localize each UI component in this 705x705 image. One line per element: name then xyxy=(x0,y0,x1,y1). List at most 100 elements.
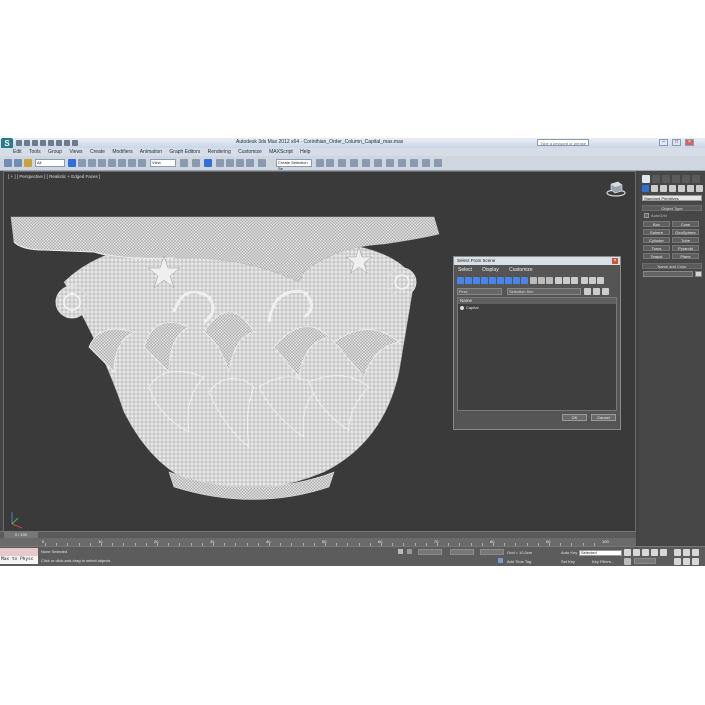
zoom-all-icon[interactable] xyxy=(683,549,690,556)
torus-button[interactable]: Torus xyxy=(643,245,670,251)
tube-button[interactable]: Tube xyxy=(672,237,699,243)
go-to-end-icon[interactable] xyxy=(660,549,667,556)
select-scale-icon[interactable] xyxy=(128,159,136,167)
cone-button[interactable]: Cone xyxy=(672,221,699,227)
minimize-button[interactable]: – xyxy=(659,139,668,146)
display-none-icon[interactable] xyxy=(538,277,545,284)
space-warps-icon[interactable] xyxy=(687,185,694,192)
sphere-button[interactable]: Sphere xyxy=(643,229,670,235)
help-search-input[interactable]: Type a keyword or phrase xyxy=(537,139,589,146)
select-object-icon[interactable] xyxy=(68,159,76,167)
maximize-button[interactable]: □ xyxy=(672,139,681,146)
display-bones-icon[interactable] xyxy=(521,277,528,284)
selection-filter-dropdown[interactable]: All xyxy=(35,159,65,167)
pivot-center-icon[interactable] xyxy=(180,159,188,167)
fetch-icon[interactable] xyxy=(64,140,70,146)
name-column-header[interactable]: Name xyxy=(458,298,616,304)
rectangle-selection-icon[interactable] xyxy=(88,159,96,167)
save-file-icon[interactable] xyxy=(32,140,38,146)
select-all-icon[interactable] xyxy=(555,277,562,284)
field-of-view-icon[interactable] xyxy=(674,558,681,565)
display-cameras-icon[interactable] xyxy=(481,277,488,284)
viewcube-icon[interactable] xyxy=(606,180,626,198)
modify-tab-icon[interactable] xyxy=(652,175,660,183)
percent-snap-icon[interactable] xyxy=(236,159,244,167)
play-icon[interactable] xyxy=(642,549,649,556)
menu-modifiers[interactable]: Modifiers xyxy=(112,149,132,155)
object-color-swatch[interactable] xyxy=(695,271,702,277)
key-filters-button[interactable]: Key Filters... xyxy=(592,559,614,564)
keyboard-shortcut-toggle-icon[interactable] xyxy=(204,159,212,167)
snaps-toggle-icon[interactable] xyxy=(216,159,224,167)
angle-snap-icon[interactable] xyxy=(226,159,234,167)
material-editor-icon[interactable] xyxy=(386,159,394,167)
select-place-icon[interactable] xyxy=(138,159,146,167)
plane-button[interactable]: Plane xyxy=(672,253,699,259)
project-folder-icon[interactable] xyxy=(72,140,78,146)
menu-help[interactable]: Help xyxy=(300,149,310,155)
render-setup-icon[interactable] xyxy=(398,159,406,167)
create-tab-icon[interactable] xyxy=(642,175,650,183)
display-tab-icon[interactable] xyxy=(682,175,690,183)
auto-key-button[interactable]: Auto Key xyxy=(561,550,577,555)
teapot-button[interactable]: Teapot xyxy=(643,253,670,259)
hold-icon[interactable] xyxy=(56,140,62,146)
align-icon[interactable] xyxy=(326,159,334,167)
redo-icon[interactable] xyxy=(48,140,54,146)
mirror-icon[interactable] xyxy=(316,159,324,167)
rendered-frame-icon[interactable] xyxy=(410,159,418,167)
hierarchy-tab-icon[interactable] xyxy=(662,175,670,183)
ok-button[interactable]: OK xyxy=(562,414,587,421)
display-xrefs-icon[interactable] xyxy=(513,277,520,284)
menu-create[interactable]: Create xyxy=(90,149,105,155)
invert-display-icon[interactable] xyxy=(546,277,553,284)
curve-editor-icon[interactable] xyxy=(362,159,370,167)
set-key-button[interactable]: Set Key xyxy=(561,559,575,564)
select-manipulate-icon[interactable] xyxy=(192,159,200,167)
select-rotate-icon[interactable] xyxy=(118,159,126,167)
open-file-icon[interactable] xyxy=(24,140,30,146)
go-to-start-icon[interactable] xyxy=(624,549,631,556)
display-shapes-icon[interactable] xyxy=(465,277,472,284)
maxscript-listener-output[interactable]: Max to Physc xyxy=(0,556,38,564)
spinner-snap-icon[interactable] xyxy=(246,159,254,167)
bind-space-warp-icon[interactable] xyxy=(24,159,32,167)
scene-object-list[interactable]: Name Capital xyxy=(457,297,617,411)
autogrid-checkbox[interactable] xyxy=(644,213,649,218)
pan-view-icon[interactable] xyxy=(683,558,690,565)
display-all-icon[interactable] xyxy=(530,277,537,284)
unlink-icon[interactable] xyxy=(14,159,22,167)
absolute-mode-icon[interactable] xyxy=(407,549,412,554)
dialog-close-button[interactable]: × xyxy=(612,258,618,264)
dialog-menu-display[interactable]: Display xyxy=(482,267,498,273)
select-move-icon[interactable] xyxy=(108,159,116,167)
menu-tools[interactable]: Tools xyxy=(29,149,41,155)
trackbar[interactable] xyxy=(0,538,636,546)
render-iterative-icon[interactable] xyxy=(434,159,442,167)
menu-animation[interactable]: Animation xyxy=(140,149,162,155)
time-config-icon[interactable] xyxy=(624,558,631,565)
sync-selection-icon[interactable] xyxy=(581,277,588,284)
menu-customize[interactable]: Customize xyxy=(238,149,262,155)
lock-cell-icon[interactable] xyxy=(589,277,596,284)
menu-group[interactable]: Group xyxy=(48,149,62,155)
display-groups-icon[interactable] xyxy=(505,277,512,284)
menu-views[interactable]: Views xyxy=(69,149,82,155)
display-geometry-icon[interactable] xyxy=(457,277,464,284)
named-selection-dropdown[interactable]: Create Selection Se xyxy=(276,159,312,171)
schematic-view-icon[interactable] xyxy=(374,159,382,167)
select-by-name-icon[interactable] xyxy=(78,159,86,167)
geosphere-button[interactable]: GeoSphere xyxy=(672,229,699,235)
window-crossing-icon[interactable] xyxy=(98,159,106,167)
zoom-icon[interactable] xyxy=(674,549,681,556)
close-button[interactable]: × xyxy=(685,139,694,146)
lights-icon[interactable] xyxy=(660,185,667,192)
cylinder-button[interactable]: Cylinder xyxy=(643,237,670,243)
motion-tab-icon[interactable] xyxy=(672,175,680,183)
select-invert-icon[interactable] xyxy=(571,277,578,284)
selection-set-remove-icon[interactable] xyxy=(602,288,609,295)
list-item[interactable]: Capital xyxy=(460,305,478,311)
utilities-tab-icon[interactable] xyxy=(692,175,700,183)
layer-manager-icon[interactable] xyxy=(338,159,346,167)
menu-edit[interactable]: Edit xyxy=(13,149,22,155)
